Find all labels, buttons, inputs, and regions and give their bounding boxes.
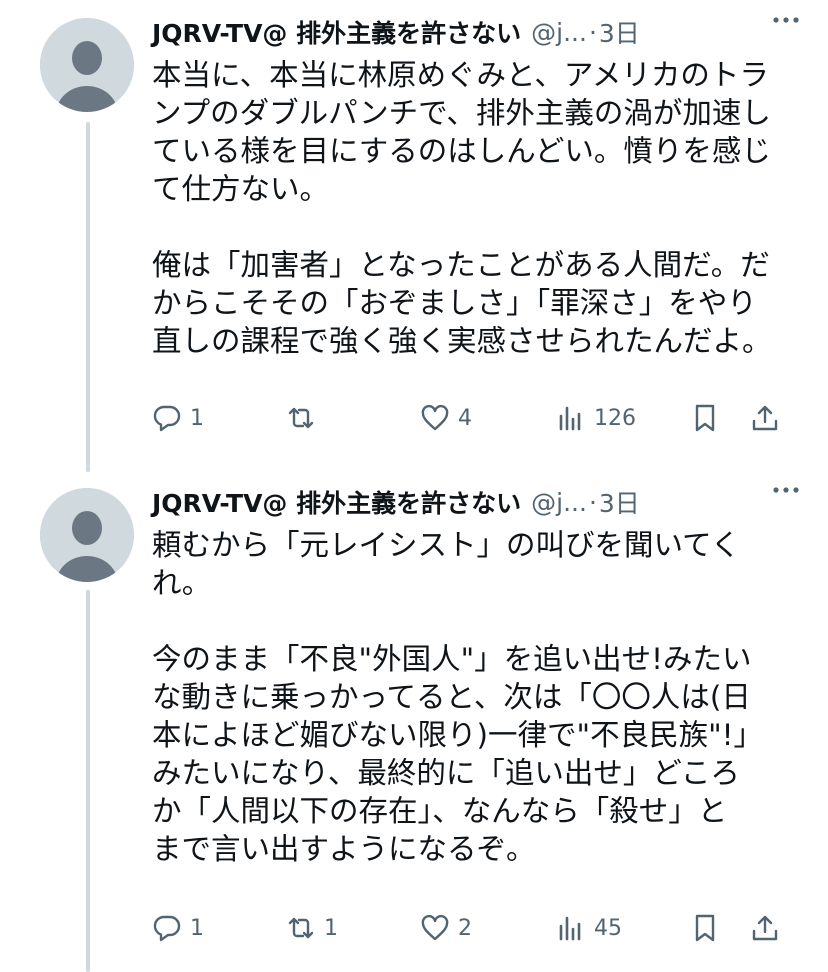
avatar[interactable] [40,488,134,582]
tweet-line: まで言い出すようになるぞ。 [152,832,536,866]
more-options-button[interactable] [768,474,804,506]
reply-icon [153,405,181,432]
share-icon [752,915,778,941]
views-icon [559,406,581,431]
tweet-line: れ。 [152,566,212,600]
timestamp[interactable]: 3日 [599,484,640,520]
view-count: 126 [594,405,636,431]
tweet-2[interactable]: JQRV-TV@ 排外主義を許さない @j... · 3日 頼むから「元レイシス… [0,470,828,972]
retweet-button[interactable]: 1 [286,908,338,948]
like-count: 2 [458,915,472,941]
views-icon [559,916,581,941]
action-bar: 1 1 2 45 [152,908,792,948]
view-count: 45 [594,915,622,941]
tweet-line: 本当に、本当に林原めぐみと、アメリカのトラ [152,58,769,92]
author-name[interactable]: JQRV-TV@ 排外主義を許さない [152,484,521,520]
reply-count: 1 [190,405,204,431]
more-icon [773,17,799,23]
retweet-count: 1 [324,915,338,941]
reply-icon [153,915,181,942]
tweet-line: 今のまま「不良"外国人"」を追い出せ!みたい [152,642,752,676]
tweet-line: からこそその「おぞましさ」「罪深さ」をやり [152,286,757,320]
author-handle[interactable]: @j... [531,488,587,517]
retweet-icon [288,917,314,939]
tweet-line [152,602,792,640]
tweet-text: 本当に、本当に林原めぐみと、アメリカのトラ ンプのダブルパンチで、排外主義の渦が… [152,56,792,360]
reply-button[interactable]: 1 [152,398,204,438]
bookmark-icon [695,914,715,942]
separator: · [588,17,597,47]
share-icon [752,405,778,431]
tweet-line: か「人間以下の存在」、なんなら「殺せ」と [152,794,728,828]
like-icon [421,404,449,431]
action-bar: 1 4 126 [152,398,792,438]
retweet-button[interactable] [286,398,324,438]
tweet-line: 本によほど媚びない限り)一律で"不良民族"!」 [152,718,763,752]
author-name[interactable]: JQRV-TV@ 排外主義を許さない [152,14,521,50]
tweet-text: 頼むから「元レイシスト」の叫びを聞いてく れ。 今のまま「不良"外国人"」を追い… [152,526,792,868]
tweet-header: JQRV-TV@ 排外主義を許さない @j... · 3日 [152,12,808,52]
bookmark-icon [695,404,715,432]
avatar[interactable] [40,18,134,112]
share-button[interactable] [750,398,780,438]
retweet-icon [288,407,314,429]
bookmark-button[interactable] [690,398,720,438]
separator: · [588,487,597,517]
tweet-line: ている様を目にするのはしんどい。憤りを感じ [152,134,771,168]
tweet-line: 頼むから「元レイシスト」の叫びを聞いてく [152,528,741,562]
like-button[interactable]: 4 [420,398,472,438]
reply-count: 1 [190,915,204,941]
tweet-line: 直しの課程で強く強く実感させられたんだよ。 [152,324,772,358]
more-icon [773,487,799,493]
default-avatar-icon [40,488,134,582]
reply-button[interactable]: 1 [152,908,204,948]
timestamp[interactable]: 3日 [599,14,640,50]
author-handle[interactable]: @j... [531,18,587,47]
tweet-line: みたいになり、最終的に「追い出せ」どころ [152,756,740,790]
tweet-header: JQRV-TV@ 排外主義を許さない @j... · 3日 [152,482,808,522]
like-icon [421,914,449,941]
share-button[interactable] [750,908,780,948]
views-button[interactable]: 126 [556,398,636,438]
tweet-line: 俺は「加害者」となったことがある人間だ。だ [152,248,770,282]
default-avatar-icon [40,18,134,112]
tweet-line: ンプのダブルパンチで、排外主義の渦が加速し [152,96,771,130]
tweet-line [152,208,792,246]
more-options-button[interactable] [768,4,804,36]
like-count: 4 [458,405,472,431]
tweet-1[interactable]: JQRV-TV@ 排外主義を許さない @j... · 3日 本当に、本当に林原め… [0,0,828,470]
tweet-line: て仕方ない。 [152,172,330,206]
views-button[interactable]: 45 [556,908,622,948]
tweet-line: な動きに乗っかってると、次は「〇〇人は(日 [152,680,751,714]
bookmark-button[interactable] [690,908,720,948]
like-button[interactable]: 2 [420,908,472,948]
